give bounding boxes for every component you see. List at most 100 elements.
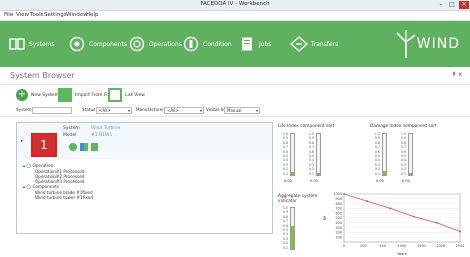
y-tick-label: 1000 <box>333 192 342 196</box>
manufacturer-filter-select[interactable]: <All> ▾ <box>164 107 204 114</box>
damage-index-gauge-2: 1.0 0.9 0.8 0.7 0.6 0.5 0.4 0.3 0.2 0.1 0.00 <box>396 132 420 183</box>
close-button[interactable]: ✕ <box>459 1 469 9</box>
main-ribbon: Systems Components Operations Condition … <box>0 21 470 67</box>
tree-operation[interactable]: ▴ ◯ Operation <box>23 163 53 168</box>
import-from-file-button[interactable]: Import From File <box>58 87 111 103</box>
system-filter-label: System <box>16 107 32 112</box>
damage-index-title: Damage Index component sort <box>370 124 437 129</box>
filter-bar: System Status <All> ▾ Manufacturer <All>… <box>0 105 470 117</box>
tree-components[interactable]: ▴ ◯ Components <box>23 184 59 189</box>
nav-condition-label: Condition <box>203 40 232 48</box>
status-filter-label: Status <box>82 107 96 112</box>
components-icon <box>68 35 86 53</box>
gauge-scale: 1.0 0.9 0.8 0.7 0.6 0.5 0.4 0.3 0.2 0.1 <box>282 206 288 250</box>
import-label: Import From File <box>75 92 112 98</box>
chart-icon[interactable] <box>80 143 88 151</box>
y-tick-label: 900 <box>336 197 342 201</box>
new-system-label: New System <box>31 92 60 98</box>
series-point <box>412 215 415 218</box>
gauge-bar <box>290 207 295 250</box>
x-tick-label: 2000 <box>436 244 445 248</box>
x-tick-label: 200 <box>360 244 366 248</box>
gauge-fill <box>291 171 294 175</box>
turbine-thumbnail[interactable]: 1 <box>31 133 57 157</box>
menu-view[interactable]: View <box>16 12 29 18</box>
gauge-bar <box>290 133 295 176</box>
system-label: System <box>63 126 80 131</box>
gauge-scale: 1.0 0.9 0.8 0.7 0.6 0.5 0.4 0.3 0.2 0.1 <box>400 132 406 176</box>
gauge-fill <box>409 172 412 175</box>
maximize-button[interactable]: □ <box>447 1 457 9</box>
nav-transfers-label: Transfers <box>311 40 339 48</box>
y-tick-label: 200 <box>336 231 342 235</box>
condition-icon <box>182 35 200 53</box>
series-point <box>366 200 369 203</box>
gauge-value: 0.00 <box>376 179 384 183</box>
collapse-icon[interactable]: ▸ <box>21 139 23 144</box>
new-system-button[interactable]: + New System <box>16 87 59 103</box>
indicator-panel: Life Index component sort 1.0 0.9 0.8 0.7 0.… <box>278 122 468 257</box>
y-tick-label: 100 <box>336 235 342 239</box>
nav-systems[interactable]: Systems <box>8 31 55 57</box>
system-filter-input[interactable] <box>32 107 72 114</box>
gauge-scale: 1.0 0.9 0.8 0.7 0.6 0.5 0.4 0.3 0.2 0.1 <box>374 132 380 176</box>
status-ok-icon[interactable] <box>69 143 77 151</box>
y-tick-label: 500 <box>336 216 342 220</box>
gauge-bar <box>408 133 413 176</box>
menu-tools[interactable]: Tools <box>30 12 44 18</box>
gauge-bar <box>382 133 387 176</box>
series-point <box>459 230 461 233</box>
aggregate-gauge: 1.0 0.9 0.8 0.7 0.6 0.5 0.4 0.3 0.2 0.1 <box>278 206 302 252</box>
y-tick-label: 700 <box>336 207 342 211</box>
menu-window[interactable]: Window <box>66 12 88 18</box>
series-point <box>343 193 345 195</box>
tree-component-tower[interactable]: Wind turbine tower #1fixed <box>35 195 93 200</box>
plus-icon: + <box>16 89 28 101</box>
nav-condition[interactable]: Condition <box>182 31 232 57</box>
browser-toolbar: + New System Import From File List View <box>0 85 470 105</box>
status-filter-value: <All> <box>99 108 111 113</box>
manufacturer-filter-label: Manufacturer <box>136 107 165 112</box>
gauge-scale: 1.0 0.9 0.8 0.7 0.6 0.5 0.4 0.3 0.2 0.1 <box>282 132 288 176</box>
y-tick-label: 400 <box>336 221 342 225</box>
systems-icon <box>8 35 26 53</box>
nav-operations[interactable]: Operations <box>128 31 182 57</box>
minimize-button[interactable]: – <box>436 1 446 9</box>
x-tick-label: 0 <box>343 244 345 248</box>
life-index-title: Life Index component sort <box>278 124 335 129</box>
menu-bar: File View Tools Settings Window Help <box>0 11 470 21</box>
visible-by-filter-select[interactable]: Manual ▾ <box>224 107 260 114</box>
document-icon[interactable] <box>91 143 98 151</box>
chevron-down-icon: ▾ <box>199 108 202 113</box>
aggregate-subtitle: indicator <box>278 199 297 204</box>
menu-file[interactable]: File <box>4 12 13 18</box>
nav-components[interactable]: Components <box>68 31 127 57</box>
system-browser-header: System Browser ⇞ x <box>0 67 470 85</box>
gauge-bar <box>316 133 321 176</box>
wind-turbine-icon <box>396 30 416 58</box>
menu-help[interactable]: Help <box>86 12 99 18</box>
gauge-fill <box>317 172 320 175</box>
life-index-gauge-1: 1.0 0.9 0.8 0.7 0.6 0.5 0.4 0.3 0.2 0.1 0.00 <box>278 132 302 183</box>
nav-transfers[interactable]: Transfers <box>290 31 338 57</box>
menu-settings[interactable]: Settings <box>44 12 67 18</box>
list-view-button[interactable]: List View <box>108 87 145 103</box>
x-tick-label: 2500 <box>456 244 465 248</box>
system-card[interactable]: ▸ 1 System Wind Turbine Model #1 B1W1 ▴ … <box>16 122 273 234</box>
operations-icon <box>128 35 146 53</box>
model-value: #1 B1W1 <box>91 133 113 138</box>
brand-logo: WIND <box>395 29 460 59</box>
nav-systems-label: Systems <box>29 40 55 48</box>
system-card-header: ▸ 1 System Wind Turbine Model #1 B1W1 <box>17 123 272 159</box>
rp-line-chart: 10009008007006005004003002001000 200 500 10… <box>323 192 465 256</box>
damage-index-gauge-1: 1.0 0.9 0.8 0.7 0.6 0.5 0.4 0.3 0.2 0.1 0.00 <box>370 132 394 183</box>
status-filter-select[interactable]: <All> ▾ <box>96 107 132 114</box>
jobs-icon <box>238 35 256 53</box>
nav-jobs[interactable]: Jobs <box>238 31 271 57</box>
pin-close-controls[interactable]: ⇞ x <box>452 71 463 78</box>
y-tick-label: 600 <box>336 211 342 215</box>
gauge-fill <box>291 226 294 249</box>
title-bar: FACEDOA IV - Workbench – □ ✕ <box>0 0 470 11</box>
gauge-fill <box>383 170 386 175</box>
y-axis-label: RP <box>323 215 327 220</box>
